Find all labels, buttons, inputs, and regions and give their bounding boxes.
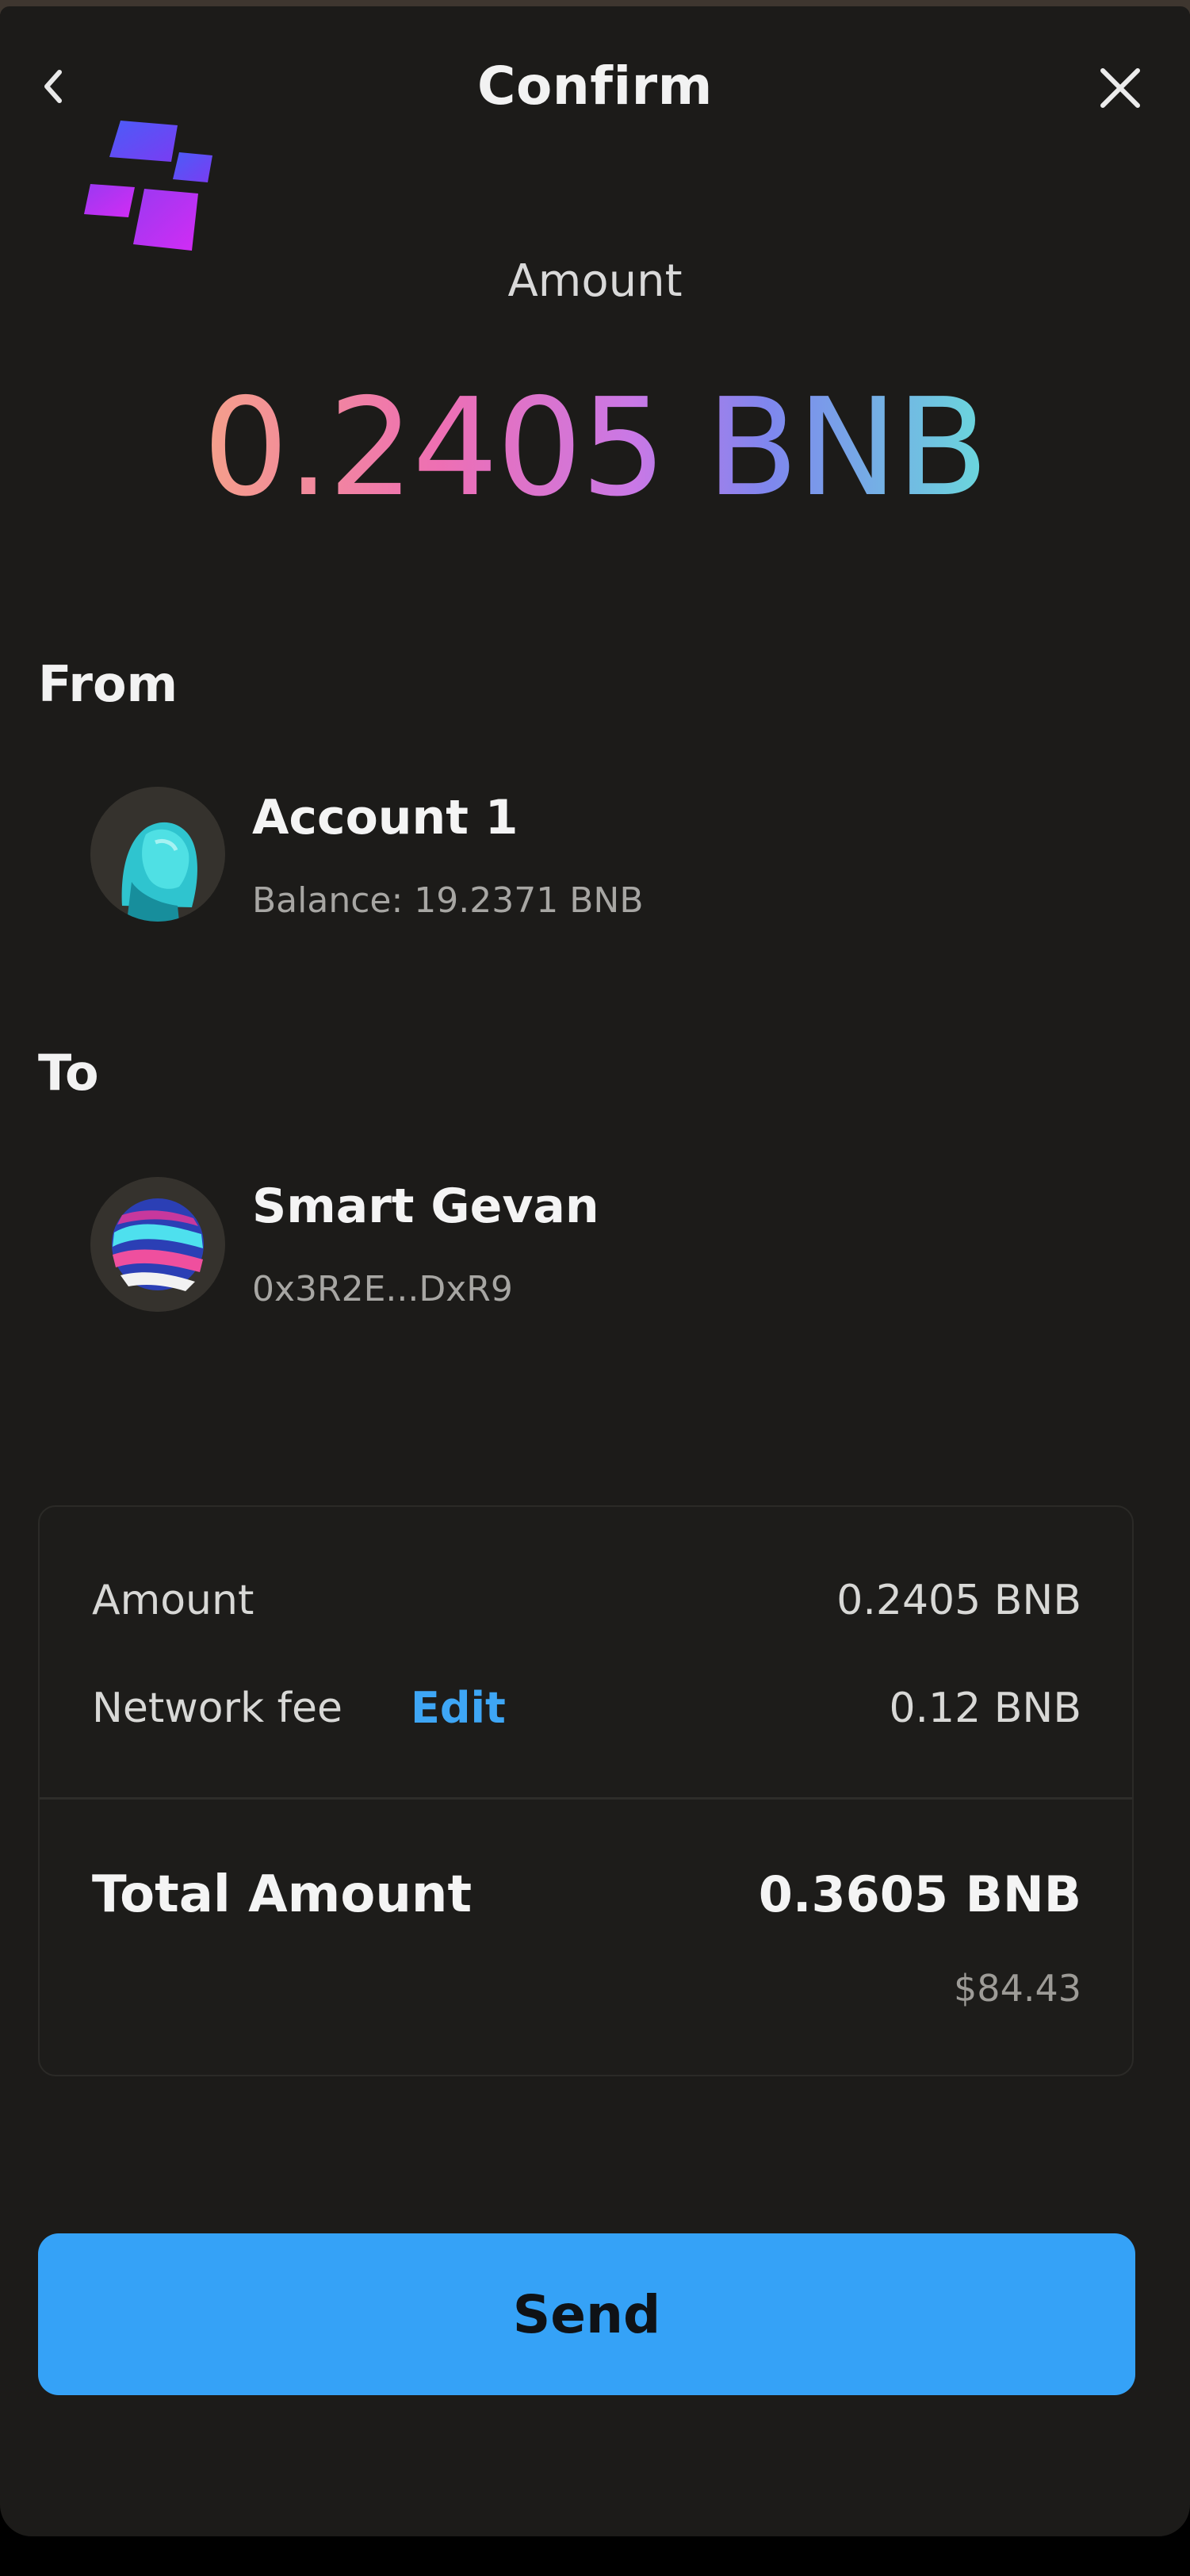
network-fee-label: Network fee [92, 1685, 342, 1732]
page-title: Confirm [477, 56, 713, 117]
total-usd-value: $84.43 [954, 1967, 1081, 2010]
send-button[interactable]: Send [38, 2233, 1135, 2395]
confirm-screen: Confirm Amount 0.2405 BNB From Account 1… [0, 0, 1190, 2536]
summary-amount-value: 0.2405 BNB [836, 1577, 1081, 1624]
network-fee-value: 0.12 BNB [889, 1685, 1081, 1732]
to-label: To [38, 1044, 99, 1102]
total-amount-label: Total Amount [92, 1865, 473, 1924]
account-avatar-icon [90, 787, 225, 922]
to-recipient-name: Smart Gevan [252, 1179, 599, 1234]
summary-divider [40, 1797, 1132, 1800]
top-edge [0, 0, 1190, 16]
close-icon [1100, 68, 1140, 108]
edit-fee-link[interactable]: Edit [411, 1683, 506, 1733]
to-address: 0x3R2E...DxR9 [252, 1269, 513, 1309]
amount-value: 0.2405 BNB [202, 370, 989, 527]
total-amount-value: 0.3605 BNB [758, 1865, 1081, 1923]
transaction-summary: Amount 0.2405 BNB Network fee Edit 0.12 … [38, 1505, 1134, 2076]
close-button[interactable] [1092, 62, 1148, 114]
summary-amount-label: Amount [92, 1577, 254, 1624]
amount-label: Amount [507, 255, 683, 307]
from-account-name: Account 1 [252, 790, 518, 845]
recipient-avatar-icon [90, 1177, 225, 1312]
from-balance: Balance: 19.2371 BNB [252, 880, 644, 921]
from-label: From [38, 655, 178, 713]
app-logo-icon [79, 111, 222, 262]
